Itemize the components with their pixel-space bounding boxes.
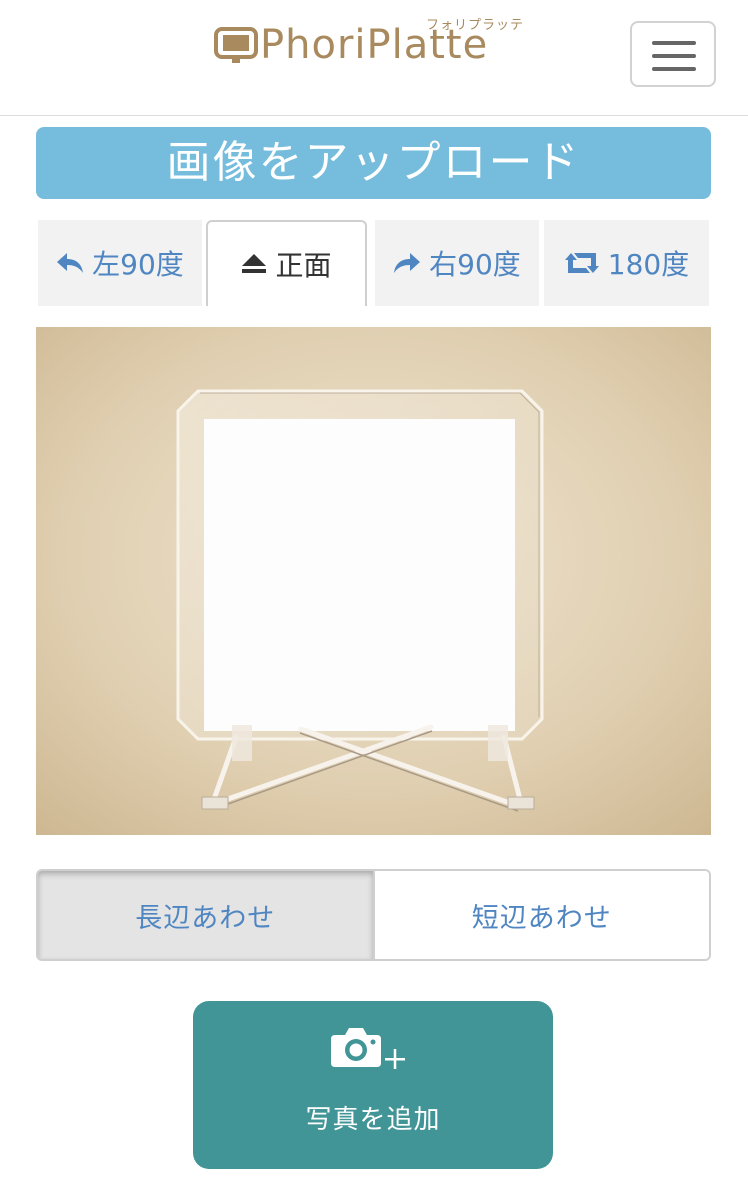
camera-plus-icon: [331, 1028, 405, 1069]
tab-rotate-right[interactable]: 右90度: [375, 220, 539, 306]
hamburger-menu-button[interactable]: [630, 21, 716, 87]
product-preview-image: [36, 327, 711, 835]
tab-front[interactable]: 正面: [206, 220, 367, 306]
rotate-left-icon: [57, 253, 84, 273]
logo-ruby: フォリプラッテ: [426, 18, 525, 33]
tab-label: 右90度: [429, 248, 521, 281]
hamburger-line: [652, 41, 696, 45]
rotation-tabs: 左90度 正面 右90度 180度: [36, 220, 711, 306]
eject-up-icon: [242, 254, 267, 273]
site-header: PhoriPlatte フォリプラッテ: [0, 0, 748, 116]
hamburger-line: [652, 67, 696, 71]
photo-placeholder: [204, 419, 515, 731]
fit-long-side-button[interactable]: 長辺あわせ: [38, 871, 373, 959]
tab-label: 180度: [607, 248, 690, 281]
hamburger-line: [652, 54, 696, 58]
tab-rotate-left[interactable]: 左90度: [38, 220, 202, 306]
tab-label: 左90度: [92, 248, 184, 281]
retweet-rotate-icon: [564, 253, 599, 273]
tv-logo-icon: [214, 27, 258, 63]
rotate-right-icon: [394, 253, 421, 273]
tab-label: 正面: [275, 249, 332, 282]
add-photo-label: 写真を追加: [305, 1105, 441, 1135]
add-photo-button[interactable]: 写真を追加: [193, 1001, 553, 1169]
page-title: 画像をアップロード: [36, 127, 711, 199]
tab-rotate-180[interactable]: 180度: [544, 220, 709, 306]
fit-option-group: 長辺あわせ 短辺あわせ: [36, 869, 711, 961]
fit-short-side-button[interactable]: 短辺あわせ: [372, 871, 709, 959]
